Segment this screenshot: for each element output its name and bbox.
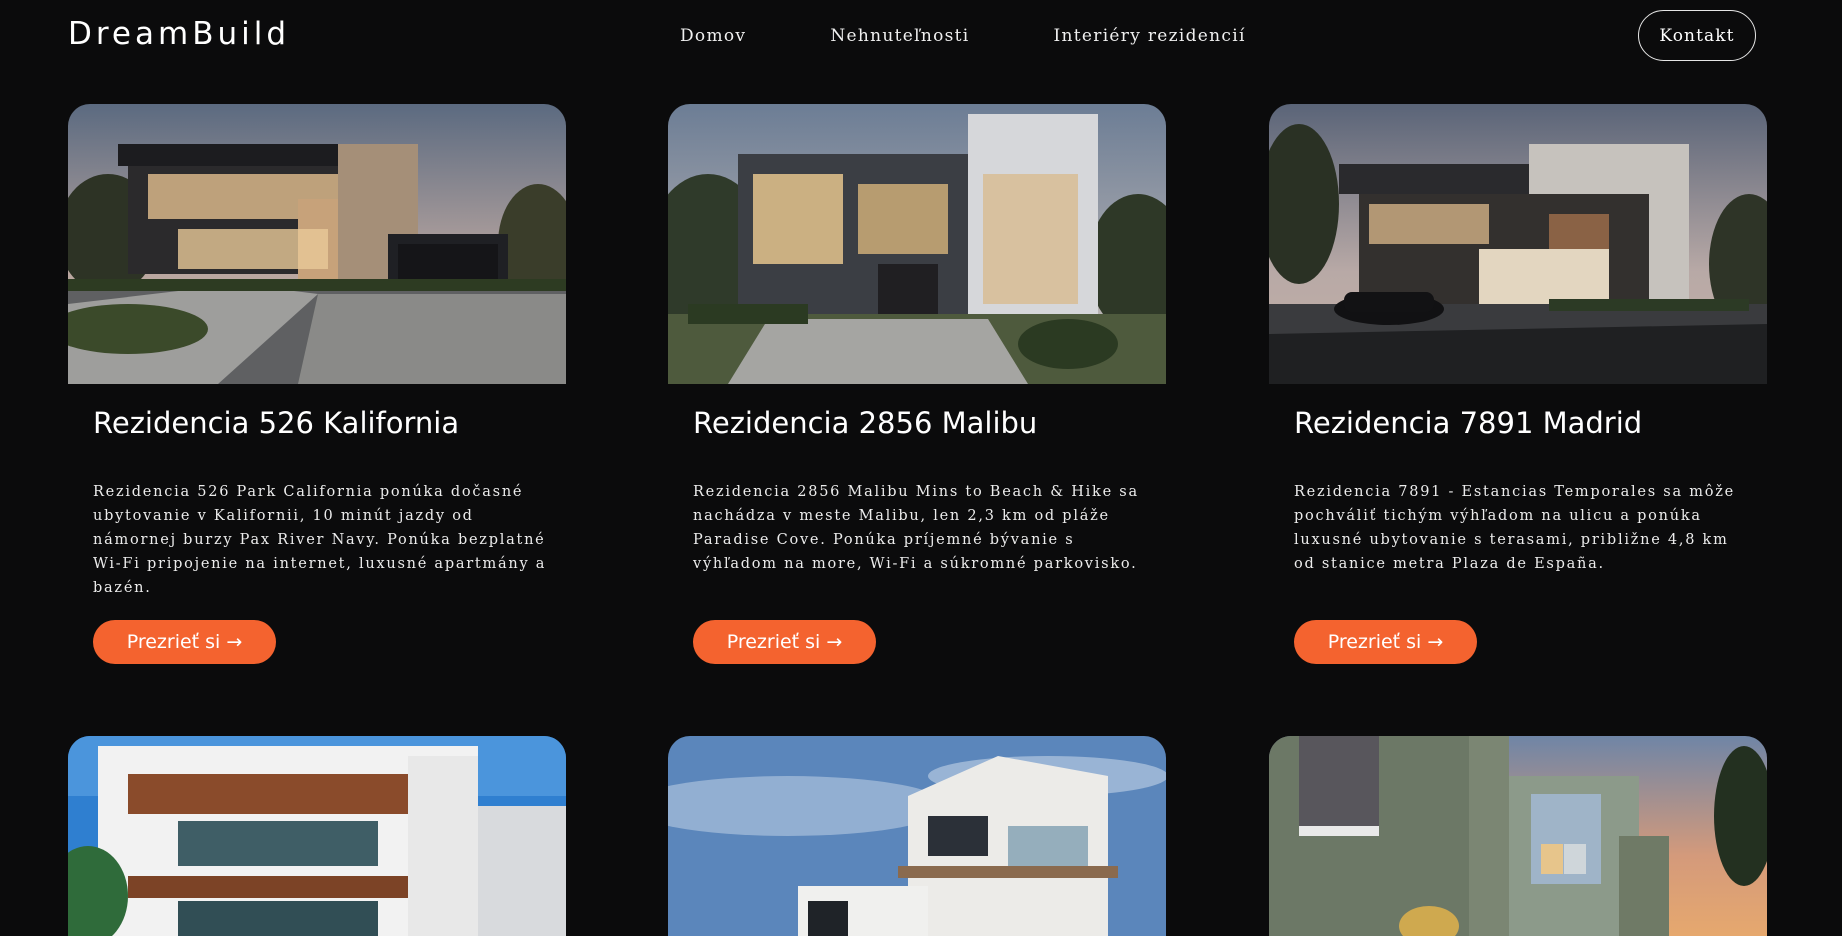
villa-dusk-image <box>68 104 566 384</box>
property-card-malibu: Rezidencia 2856 Malibu Rezidencia 2856 M… <box>668 104 1166 664</box>
nav-link-interiors[interactable]: Interiéry rezidencií <box>1054 22 1246 50</box>
white-building-image <box>668 736 1166 936</box>
property-description: Rezidencia 2856 Malibu Mins to Beach & H… <box>693 484 1139 572</box>
house-with-car-image <box>1269 104 1767 384</box>
property-image[interactable] <box>1269 104 1767 384</box>
green-facade-image <box>1269 736 1767 936</box>
property-title: Rezidencia 526 Kalifornia <box>93 406 460 440</box>
property-card <box>68 736 566 936</box>
property-description: Rezidencia 526 Park California ponúka do… <box>93 484 547 596</box>
white-villa-image <box>68 736 566 936</box>
property-card <box>1269 736 1767 936</box>
brand-logo[interactable]: DreamBuild <box>68 15 290 53</box>
property-image[interactable] <box>68 104 566 384</box>
top-navigation: DreamBuild Domov Nehnuteľnosti Interiéry… <box>0 0 1842 74</box>
nav-link-home[interactable]: Domov <box>680 22 746 50</box>
view-button[interactable]: Prezrieť si → <box>93 620 276 664</box>
glass-house-image <box>668 104 1166 384</box>
property-image[interactable] <box>68 736 566 936</box>
contact-button[interactable]: Kontakt <box>1638 10 1756 61</box>
view-button[interactable]: Prezrieť si → <box>693 620 876 664</box>
nav-links: Domov Nehnuteľnosti Interiéry rezidencií <box>680 22 1246 50</box>
property-card-california: Rezidencia 526 Kalifornia Rezidencia 526… <box>68 104 566 664</box>
property-title: Rezidencia 2856 Malibu <box>693 406 1038 440</box>
property-image[interactable] <box>668 104 1166 384</box>
nav-link-properties[interactable]: Nehnuteľnosti <box>830 22 969 50</box>
property-card-madrid: Rezidencia 7891 Madrid Rezidencia 7891 -… <box>1269 104 1767 664</box>
property-image[interactable] <box>1269 736 1767 936</box>
view-button[interactable]: Prezrieť si → <box>1294 620 1477 664</box>
property-title: Rezidencia 7891 Madrid <box>1294 406 1643 440</box>
property-description: Rezidencia 7891 - Estancias Temporales s… <box>1294 484 1735 572</box>
property-image[interactable] <box>668 736 1166 936</box>
property-card <box>668 736 1166 936</box>
